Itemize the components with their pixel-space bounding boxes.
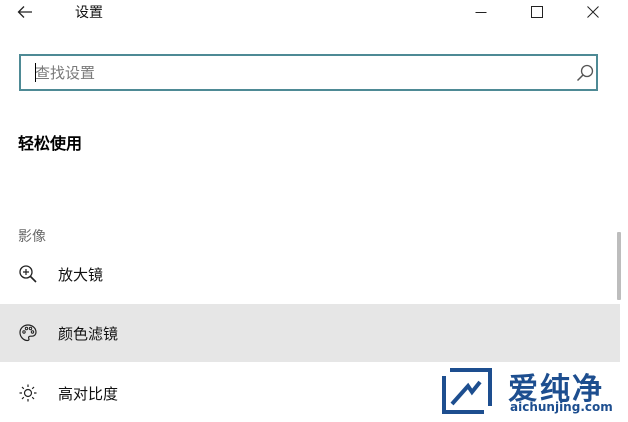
close-icon xyxy=(587,6,599,18)
magnifier-zoom-icon xyxy=(19,265,37,283)
color-palette-icon xyxy=(19,324,37,342)
search-box[interactable] xyxy=(19,54,598,91)
nav-item-label: 放大镜 xyxy=(58,265,104,284)
brightness-sun-icon xyxy=(19,384,37,402)
nav-item-magnifier[interactable]: 放大镜 xyxy=(0,245,620,303)
maximize-button[interactable] xyxy=(514,0,560,24)
window-title: 设置 xyxy=(75,5,103,21)
nav-item-label: 高对比度 xyxy=(58,384,119,403)
watermark: 爱纯净 aichunjing.com xyxy=(434,362,628,420)
back-button[interactable] xyxy=(10,0,40,24)
search-icon[interactable] xyxy=(575,63,595,83)
watermark-logo-icon xyxy=(442,368,492,414)
nav-item-label: 颜色滤镜 xyxy=(58,324,119,343)
nav-item-color-filter[interactable]: 颜色滤镜 xyxy=(0,304,620,362)
search-input[interactable] xyxy=(35,56,555,89)
title-bar: 设置 xyxy=(0,0,628,28)
close-button[interactable] xyxy=(570,0,616,24)
text-caret xyxy=(35,63,36,82)
group-header: 影像 xyxy=(18,229,46,245)
section-title: 轻松使用 xyxy=(18,134,83,153)
back-arrow-icon xyxy=(17,6,32,18)
watermark-url: aichunjing.com xyxy=(510,400,613,414)
minimize-icon xyxy=(475,12,487,13)
scrollbar-thumb[interactable] xyxy=(617,232,621,300)
minimize-button[interactable] xyxy=(458,0,504,24)
maximize-icon xyxy=(531,6,543,18)
